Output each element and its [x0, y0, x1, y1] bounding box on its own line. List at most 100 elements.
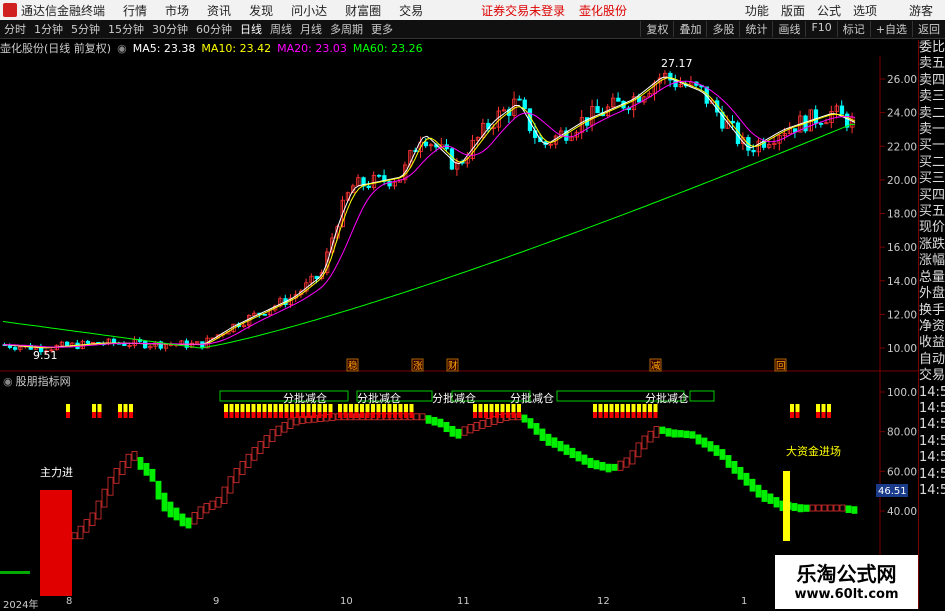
signal-mark [517, 404, 521, 412]
order-book-label[interactable]: 卖四 [919, 73, 945, 89]
candle-body [423, 141, 429, 147]
menu-wealth[interactable]: 财富圈 [345, 2, 381, 19]
x-tick: 9 [213, 596, 220, 607]
tool-back[interactable]: 返回 [912, 21, 945, 37]
order-book-label[interactable]: 买四 [919, 188, 945, 204]
period-5min[interactable]: 5分钟 [67, 21, 104, 37]
menu-layout[interactable]: 版面 [781, 2, 805, 19]
oscillator-bar [551, 437, 558, 448]
oscillator-bar [533, 423, 540, 435]
tool-statistics[interactable]: 统计 [739, 21, 772, 37]
order-book-label[interactable]: 14:56 [919, 450, 945, 466]
oscillator-bar [77, 525, 84, 540]
menu-guest[interactable]: 游客 [909, 2, 933, 19]
signal-mark [382, 404, 386, 412]
tool-multi-stock[interactable]: 多股 [706, 21, 739, 37]
menu-options[interactable]: 选项 [853, 2, 877, 19]
menu-market[interactable]: 行情 [123, 2, 147, 19]
tool-restore-right[interactable]: 复权 [640, 21, 673, 37]
order-book-label[interactable]: 卖五 [919, 56, 945, 72]
period-monthly[interactable]: 月线 [296, 21, 326, 37]
order-book-label[interactable]: 14:55 [919, 385, 945, 401]
order-book-label[interactable]: 委比 [919, 40, 945, 56]
menu-function[interactable]: 功能 [745, 2, 769, 19]
oscillator-bar [755, 484, 762, 498]
oscillator-bar [203, 503, 210, 514]
indicator-icon[interactable]: ◉ [3, 375, 13, 388]
order-book-label[interactable]: 14:56 [919, 467, 945, 483]
order-book-label[interactable]: 现价 [919, 220, 945, 236]
order-book-label[interactable]: 卖二 [919, 106, 945, 122]
oscillator-bar [617, 460, 624, 471]
tool-f10[interactable]: F10 [805, 21, 836, 37]
period-intraday[interactable]: 分时 [0, 21, 30, 37]
period-multi[interactable]: 多周期 [326, 21, 367, 37]
order-book-label[interactable]: 买二 [919, 155, 945, 171]
oscillator-bar [449, 425, 456, 437]
oscillator-bar [599, 461, 606, 471]
menu-exchange[interactable]: 市场 [165, 2, 189, 19]
order-book-label[interactable]: 净资 [919, 319, 945, 335]
event-marker[interactable]: 涨 [413, 361, 423, 372]
price-chart[interactable]: 26.00 24.00 22.00 20.00 18.00 16.00 14.00 12.00… [0, 56, 918, 596]
event-marker[interactable]: 稳 [348, 360, 358, 372]
order-book-label[interactable]: 14:55 [919, 417, 945, 433]
oscillator-bar [809, 504, 816, 512]
order-book-label[interactable]: 卖一 [919, 122, 945, 138]
event-marker[interactable]: 回 [776, 361, 786, 372]
order-book-label[interactable]: 买五 [919, 204, 945, 220]
price-tick-label: 20.00 [887, 175, 917, 187]
oscillator-bar [731, 460, 738, 474]
menu-formula[interactable]: 公式 [817, 2, 841, 19]
tool-mark[interactable]: 标记 [836, 21, 870, 37]
tool-add-watchlist[interactable]: +自选 [869, 21, 912, 37]
period-more[interactable]: 更多 [367, 21, 397, 37]
period-weekly[interactable]: 周线 [266, 21, 296, 37]
oscillator-bar [221, 486, 228, 504]
event-marker[interactable]: 减 [651, 360, 661, 372]
ma-legend: 壶化股份(日线 前复权) ◉ MA5: 23.38 MA10: 23.42 MA… [0, 40, 429, 56]
order-book-label[interactable]: 买一 [919, 138, 945, 154]
period-1min[interactable]: 1分钟 [30, 21, 67, 37]
period-60min[interactable]: 60分钟 [192, 21, 236, 37]
signal-mark [598, 404, 603, 412]
oscillator-bar [659, 426, 666, 434]
signal-mark [795, 412, 800, 418]
order-book-label[interactable]: 交易 [919, 368, 945, 384]
order-book-label[interactable]: 换手 [919, 303, 945, 319]
period-15min[interactable]: 15分钟 [104, 21, 148, 37]
oscillator-bar [239, 460, 246, 475]
order-book-label[interactable]: 外盘 [919, 286, 945, 302]
menu-discover[interactable]: 发现 [249, 2, 273, 19]
menu-news[interactable]: 资讯 [207, 2, 231, 19]
order-book-label[interactable]: 自动 [919, 352, 945, 368]
order-book-label[interactable]: 卖三 [919, 89, 945, 105]
order-book-label[interactable]: 总量 [919, 270, 945, 286]
period-daily[interactable]: 日线 [236, 21, 266, 37]
candle-body [12, 347, 18, 350]
signal-mark [816, 404, 820, 412]
tool-overlay[interactable]: 叠加 [673, 21, 706, 37]
signal-mark [387, 404, 392, 412]
event-marker[interactable]: 财 [448, 360, 458, 372]
order-book-label[interactable]: 涨幅 [919, 253, 945, 269]
menu-ask[interactable]: 问小达 [291, 2, 327, 19]
login-status[interactable]: 证券交易未登录 [481, 4, 565, 18]
chevron-down-icon[interactable]: ◉ [117, 42, 127, 55]
oscillator-bar [425, 415, 432, 424]
order-book-label[interactable]: 涨跌 [919, 237, 945, 253]
x-tick: 8 [66, 596, 73, 607]
order-book-label[interactable]: 14:56 [919, 483, 945, 499]
period-30min[interactable]: 30分钟 [148, 21, 192, 37]
signal-mark [404, 412, 408, 418]
order-book-label[interactable]: 买三 [919, 171, 945, 187]
stock-name-alert[interactable]: 壶化股份 [579, 4, 627, 18]
menu-trade[interactable]: 交易 [399, 2, 423, 19]
signal-mark [393, 404, 397, 412]
oscillator-bar [419, 413, 426, 421]
tool-draw[interactable]: 画线 [772, 21, 805, 37]
order-book-label[interactable]: 收益 [919, 335, 945, 351]
oscillator-bar [83, 519, 90, 533]
order-book-label[interactable]: 14:56 [919, 434, 945, 450]
order-book-label[interactable]: 14:55 [919, 401, 945, 417]
